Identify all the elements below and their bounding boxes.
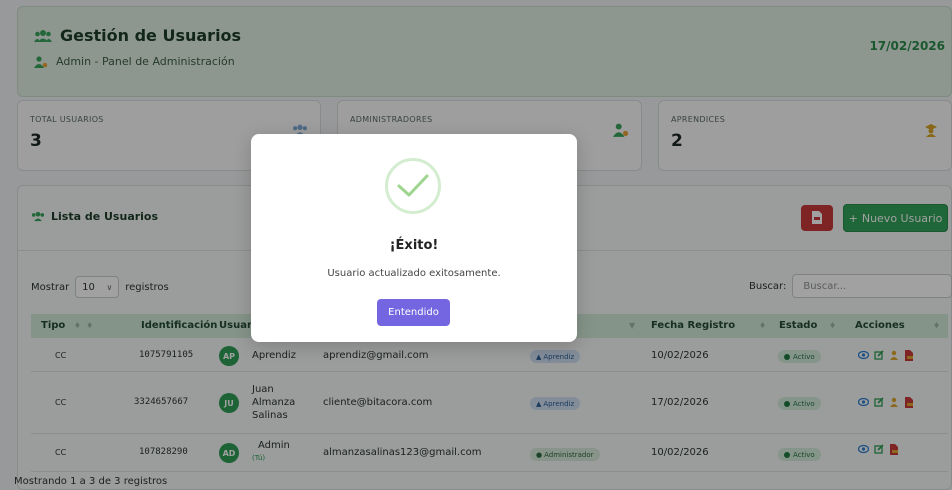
- modal-message: Usuario actualizado exitosamente.: [327, 268, 501, 279]
- success-modal: ¡Éxito! Usuario actualizado exitosamente…: [251, 134, 577, 342]
- modal-title: ¡Éxito!: [389, 238, 439, 253]
- success-check-icon: [385, 158, 441, 214]
- confirm-button[interactable]: Entendido: [377, 299, 450, 326]
